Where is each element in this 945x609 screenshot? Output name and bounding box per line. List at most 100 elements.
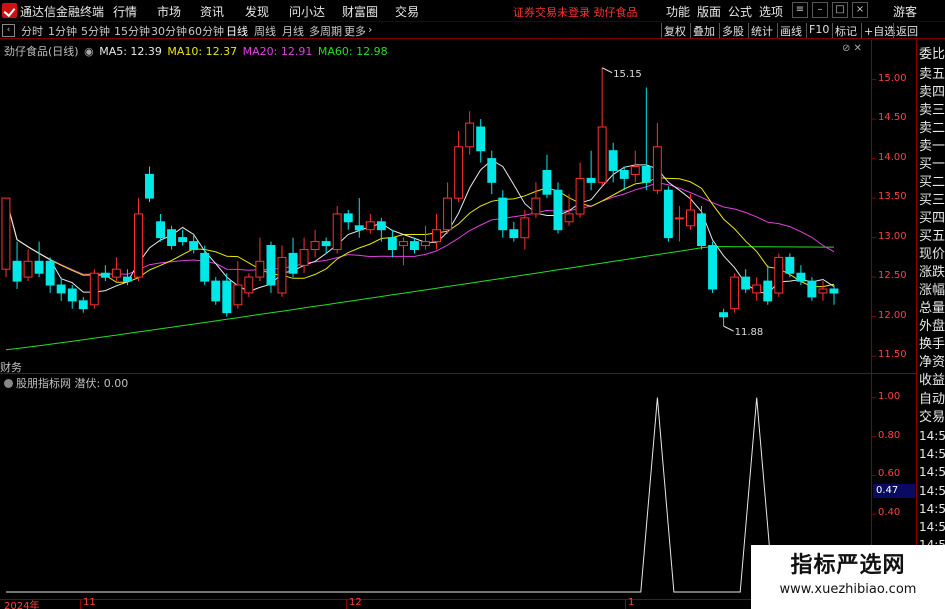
ma20-label: MA20: 12.91 [242,45,313,58]
stock-name-label: 劲仔食品(日线) [4,45,79,58]
candle-body [45,260,55,286]
candle-body [23,260,33,278]
candle-body [564,213,574,223]
candle-body [708,245,717,290]
ma5-label: MA5: 12.39 [99,45,162,58]
side-outer[interactable]: 外盘 [919,315,945,334]
side-income[interactable]: 收益 [919,369,945,388]
signal-line [6,397,834,593]
side-change[interactable]: 涨跌 [919,261,945,280]
side-sell3[interactable]: 卖三 [919,99,945,118]
candle-body [244,276,254,294]
candle-body [376,221,386,231]
candle-body [774,256,784,294]
candle-body [288,252,298,274]
side-change-pct[interactable]: 涨幅 [919,279,945,298]
candle-body [12,260,22,282]
side-time-5: 14:56 [919,502,945,516]
x-tick [346,599,347,609]
candle-body [498,197,508,231]
side-sell5[interactable]: 卖五 [919,63,945,82]
candle-body [67,288,77,302]
side-trade[interactable]: 交易 [919,406,945,425]
candle-body [454,146,464,199]
price-tick-label: 12.50 [878,270,907,282]
side-sell4[interactable]: 卖四 [919,81,945,100]
candle-body [123,276,132,282]
candle-body [321,241,331,247]
candle-body [520,217,530,239]
side-turnover[interactable]: 换手 [919,333,945,352]
indicator-tick-label: 0.40 [878,507,901,519]
candle-body [299,249,309,266]
ma60-label: MA60: 12.98 [317,45,388,58]
candle-body [410,241,419,251]
candle-body [421,241,430,247]
candle-body [730,276,740,310]
candle-body [365,221,375,231]
side-buy1[interactable]: 买一 [919,153,945,172]
x-label-year: 2024年 [4,601,40,609]
signal-polyline [6,397,834,593]
side-volume[interactable]: 总量 [919,297,945,316]
candle-body [465,122,475,148]
candle-body [78,300,88,310]
candle-body [56,284,66,294]
candle-body [697,213,706,246]
side-net-asset[interactable]: 净资 [919,351,945,370]
x-label-jan: 1 [628,597,635,608]
side-auto[interactable]: 自动 [919,388,945,407]
side-buy3[interactable]: 买三 [919,189,945,208]
side-sell1[interactable]: 卖一 [919,135,945,154]
price-tick-label: 15.00 [878,72,907,84]
cursor-value-box: 0.47 [873,484,915,498]
indicator-label: 股朋指标网 潜伏: 0.00 [4,375,128,391]
candle-body [354,225,364,231]
candle-body [200,252,210,282]
side-sell2[interactable]: 卖二 [919,117,945,136]
candle-body [686,209,695,227]
kline-chart[interactable]: 15.15 11.88 [0,0,945,609]
candle-body [619,170,629,179]
candle-body [211,280,221,302]
settings-icon[interactable]: ◉ [84,45,94,58]
side-buy2[interactable]: 买二 [919,171,945,190]
low-annotation: 11.88 [735,327,764,338]
candle-body [476,126,486,152]
candle-body [641,166,651,183]
side-buy4[interactable]: 买四 [919,207,945,226]
ma10-label: MA10: 12.37 [167,45,238,58]
indicator-tick-label: 0.80 [878,429,901,441]
candle-body [663,189,673,239]
side-weibi[interactable]: 委比 [919,43,945,62]
candle-body [586,177,596,183]
ma-legend: 劲仔食品(日线) ◉ MA5: 12.39 MA10: 12.37 MA20: … [4,43,390,59]
candle-body [189,241,199,251]
candle-body [741,276,751,290]
candle-body [156,221,166,239]
candle-body [575,177,585,215]
candle-body [807,280,817,298]
candle-body [763,280,773,302]
candle-body [167,229,177,246]
price-tick-label: 12.00 [878,309,907,321]
candle-body [178,237,188,243]
candle-body [332,213,342,250]
panel-controls[interactable]: ⊘ ✕ [842,43,862,54]
indicator-text: 股朋指标网 潜伏: 0.00 [16,377,129,390]
price-tick-label: 14.00 [878,151,907,163]
candle-body [432,229,442,243]
side-buy5[interactable]: 买五 [919,225,945,244]
side-time-6: 14:56 [919,520,945,534]
candle-body [134,213,143,278]
candle-body [509,229,519,239]
candle-body [343,213,353,223]
candle-body [652,146,662,191]
x-tick [625,599,626,609]
candle-body [1,197,11,270]
indicator-settings-icon[interactable] [4,379,13,388]
side-price[interactable]: 现价 [919,243,945,262]
candle-body [597,126,607,183]
x-label-dec: 12 [349,597,362,608]
side-time-2: 14:56 [919,447,945,461]
